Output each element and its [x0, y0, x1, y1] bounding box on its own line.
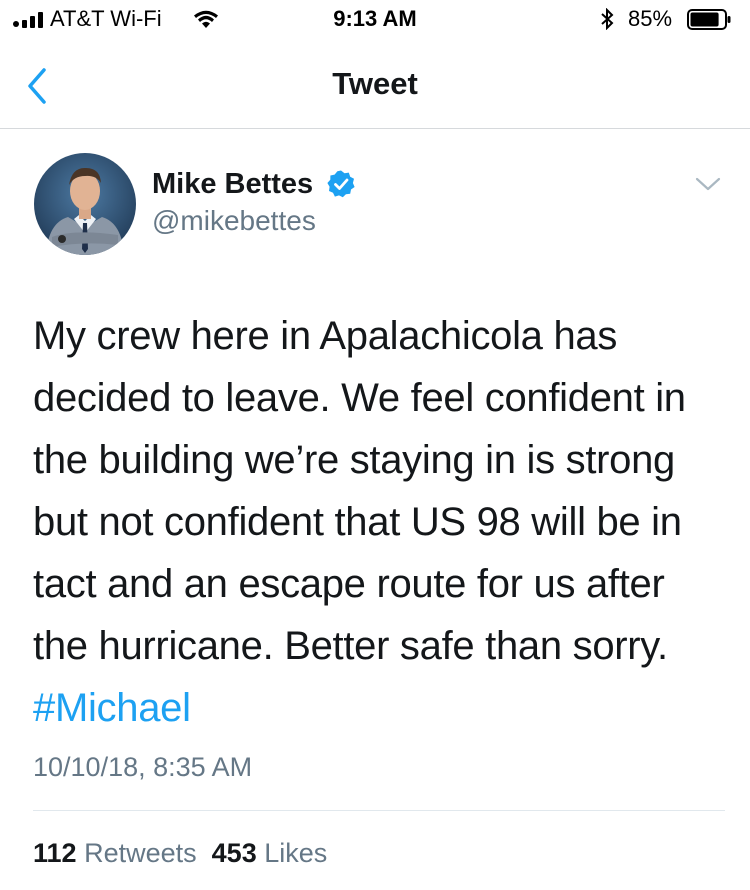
likes-stat[interactable]: 453 Likes [212, 838, 328, 868]
tweet-text-line: tact and an escape route for us after [33, 562, 665, 606]
status-bar: AT&T Wi-Fi 9:13 AM 85% [0, 0, 750, 40]
battery-icon [687, 9, 731, 30]
bluetooth-icon [601, 8, 614, 30]
retweets-label: Retweets [84, 838, 197, 868]
tweet-text-line: the hurricane. Better safe than sorry. [33, 624, 668, 668]
chevron-down-icon[interactable] [695, 176, 721, 192]
verified-badge-icon [327, 170, 355, 198]
retweets-stat[interactable]: 112 Retweets [33, 838, 197, 868]
tweet-timestamp: 10/10/18, 8:35 AM [33, 752, 253, 782]
author-name[interactable]: Mike Bettes [152, 168, 313, 201]
tweet-stats: 112 Retweets 453 Likes [33, 838, 327, 869]
likes-count: 453 [211, 838, 257, 868]
author-handle[interactable]: @mikebettes [152, 205, 316, 237]
tweet-text: My crew here in Apalachicola has decided… [33, 305, 733, 739]
tweet-text-line: My crew here in Apalachicola has [33, 314, 618, 358]
avatar-photo [34, 153, 136, 255]
tweet-text-line: decided to leave. We feel confident in [33, 376, 686, 420]
battery-percentage: 85% [628, 6, 673, 31]
retweets-count: 112 [33, 838, 77, 868]
tweet-text-line: but not confident that US 98 will be in [33, 500, 682, 544]
page-title: Tweet [332, 66, 418, 101]
avatar[interactable] [34, 153, 136, 255]
divider [33, 810, 725, 811]
likes-label: Likes [264, 838, 328, 868]
hashtag-link[interactable]: #Michael [33, 677, 733, 739]
navigation-bar: Tweet [0, 48, 750, 129]
tweet-text-line: the building we’re staying in is strong [33, 438, 675, 482]
